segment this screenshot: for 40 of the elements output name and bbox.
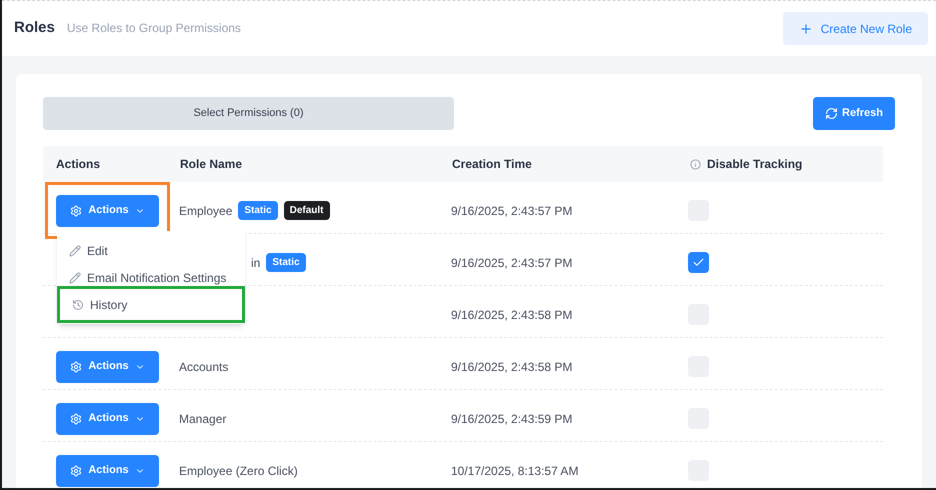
page-title: Roles	[14, 18, 55, 38]
column-header: Role Name	[180, 156, 242, 173]
refresh-button[interactable]: Refresh	[813, 97, 895, 130]
actions-button[interactable]: Actions	[56, 350, 159, 382]
creation-time: 9/16/2025, 2:43:57 PM	[451, 202, 574, 220]
history-icon	[72, 298, 84, 310]
menu-item[interactable]: Edit	[57, 237, 245, 264]
gear-icon	[70, 204, 82, 216]
gear-icon	[70, 360, 82, 372]
role-name: Employee (Zero Click)	[179, 462, 298, 480]
column-header: Actions	[56, 156, 100, 173]
role-name: Manager	[179, 410, 226, 428]
creation-time: 9/16/2025, 2:43:58 PM	[451, 358, 574, 376]
gear-icon	[70, 412, 82, 424]
gear-icon	[70, 464, 82, 476]
column-header: Disable Tracking	[707, 156, 802, 173]
info-icon	[690, 158, 701, 170]
role-tag: Default	[284, 201, 330, 220]
creation-time: 9/16/2025, 2:43:57 PM	[451, 254, 574, 272]
actions-button[interactable]: Actions	[56, 402, 159, 434]
actions-button[interactable]: Actions	[56, 454, 159, 486]
role-name: in	[251, 254, 260, 272]
role-name: Accounts	[179, 358, 228, 376]
page-subtitle: Use Roles to Group Permissions	[66, 20, 241, 38]
select-permissions-button[interactable]: Select Permissions (0)	[43, 97, 454, 130]
refresh-icon	[825, 107, 838, 120]
creation-time: 9/16/2025, 2:43:59 PM	[451, 410, 574, 428]
role-tag: Static	[238, 201, 278, 220]
tracking-checkbox[interactable]	[688, 252, 709, 273]
creation-time: 10/17/2025, 8:13:57 AM	[451, 462, 580, 480]
menu-item[interactable]: History	[57, 286, 245, 323]
actions-button[interactable]: Actions	[56, 194, 159, 226]
pencil-icon	[69, 272, 81, 284]
create-role-button[interactable]: Create New Role	[782, 12, 928, 45]
role-tag: Static	[266, 253, 306, 272]
pencil-icon	[69, 244, 81, 256]
plus-icon	[798, 22, 813, 36]
column-header: Creation Time	[452, 156, 532, 173]
role-name: Employee	[179, 202, 232, 220]
creation-time: 9/16/2025, 2:43:58 PM	[451, 306, 574, 324]
